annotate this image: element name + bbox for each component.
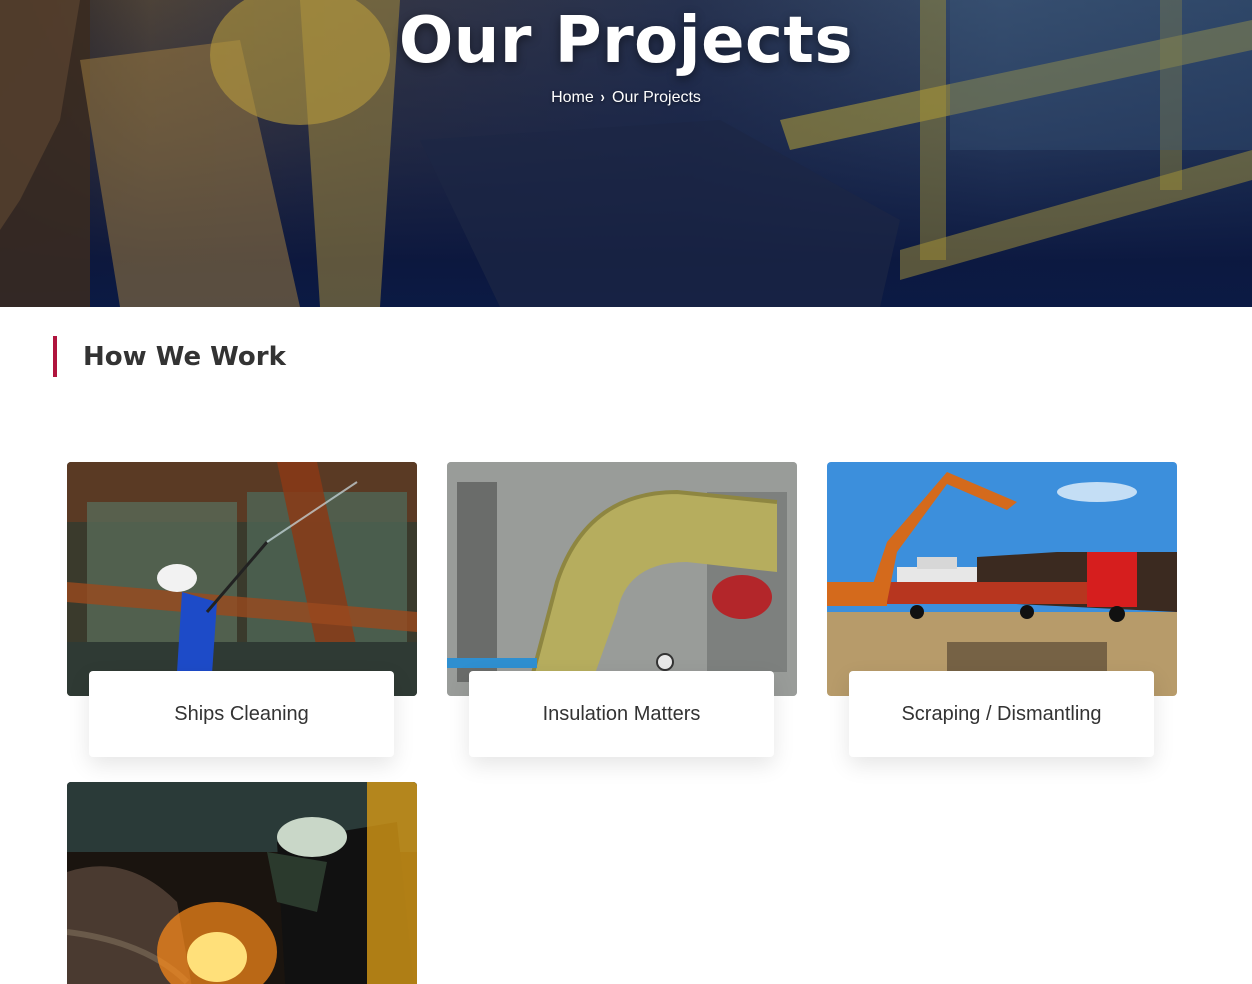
- project-title[interactable]: Insulation Matters: [469, 671, 774, 757]
- project-title[interactable]: Ships Cleaning: [89, 671, 394, 757]
- section-heading: How We Work: [53, 336, 286, 377]
- project-image-scraping-dismantling[interactable]: [827, 462, 1177, 696]
- page-title: Our Projects: [398, 4, 854, 78]
- project-image-welding[interactable]: [67, 782, 417, 984]
- project-image-ships-cleaning[interactable]: [67, 462, 417, 696]
- section-title: How We Work: [83, 341, 286, 372]
- chevron-right-icon: ›: [600, 89, 606, 106]
- page-hero: Our Projects Home › Our Projects: [0, 0, 1252, 307]
- project-title[interactable]: Scraping / Dismantling: [849, 671, 1154, 757]
- project-image-insulation-matters[interactable]: [447, 462, 797, 696]
- breadcrumb-home-link[interactable]: Home: [551, 89, 594, 107]
- breadcrumb-current: Our Projects: [612, 89, 701, 106]
- breadcrumb: Home › Our Projects: [0, 89, 1252, 107]
